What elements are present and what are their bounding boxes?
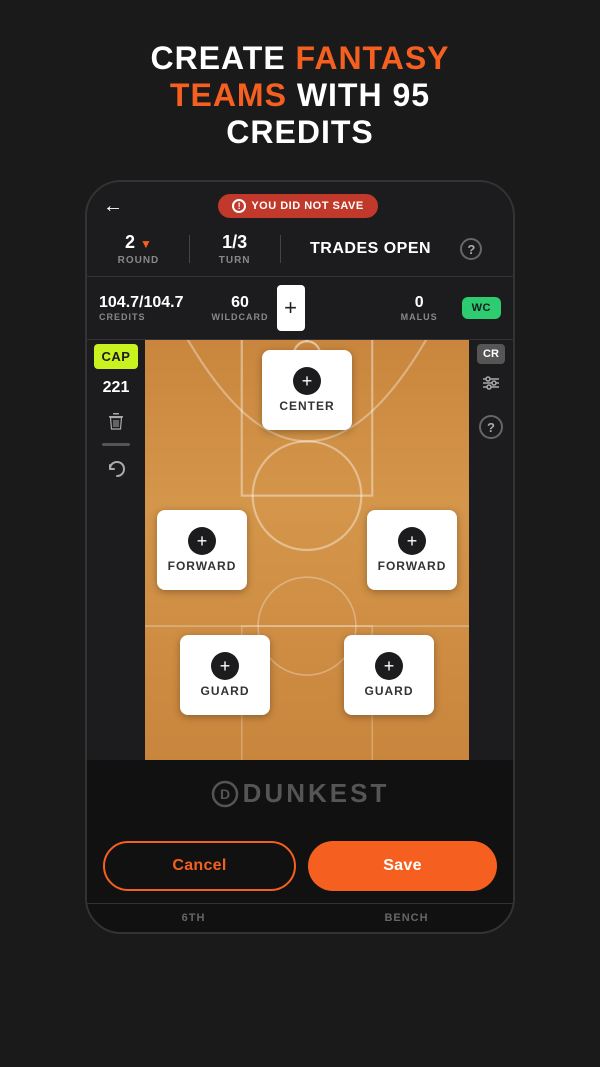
add-forward-left-icon: + xyxy=(188,527,216,555)
wildcard-block: 60 WILDCARD xyxy=(212,294,269,322)
headline-with95: WITH 95 xyxy=(287,77,430,113)
court-container: CAP 221 CR xyxy=(87,340,513,760)
turn-block: 1/3 TURN xyxy=(219,232,251,266)
round-label: ROUND xyxy=(118,255,160,266)
malus-label: MALUS xyxy=(401,312,438,322)
wildcard-label: WILDCARD xyxy=(212,312,269,322)
wc-badge[interactable]: WC xyxy=(462,297,501,319)
add-guard-left-icon: + xyxy=(211,652,239,680)
malus-value: 0 xyxy=(415,294,424,312)
trades-open-label: TRADES OPEN xyxy=(310,240,431,258)
plus-wildcard-button[interactable]: + xyxy=(277,285,305,331)
warning-text: YOU DID NOT SAVE xyxy=(251,200,363,212)
player-card-guard-left[interactable]: + GUARD xyxy=(180,635,270,715)
wildcard-value: 60 xyxy=(231,294,249,312)
guard-left-label: GUARD xyxy=(201,684,250,698)
player-card-forward-left[interactable]: + FORWARD xyxy=(157,510,247,590)
credits-row: 104.7/104.7 CREDITS 60 WILDCARD + 0 MALU… xyxy=(87,277,513,340)
side-panel-right: CR ? xyxy=(469,340,513,443)
back-button[interactable]: ← xyxy=(103,195,123,218)
cap-number: 221 xyxy=(103,379,130,397)
dunkest-d-logo: D xyxy=(211,780,239,808)
divider-2 xyxy=(280,235,281,263)
add-guard-right-icon: + xyxy=(375,652,403,680)
tab-6th[interactable]: 6TH xyxy=(87,904,300,932)
bar-divider xyxy=(102,443,130,446)
credits-label: CREDITS xyxy=(99,312,146,322)
dunkest-logo: D DUNKEST xyxy=(87,760,513,829)
headline-credits: CREDITS xyxy=(226,114,373,150)
player-card-guard-right[interactable]: + GUARD xyxy=(344,635,434,715)
add-forward-right-icon: + xyxy=(398,527,426,555)
round-block: 2 ▼ ROUND xyxy=(118,232,160,266)
malus-block: 0 MALUS xyxy=(401,294,438,322)
guard-right-label: GUARD xyxy=(365,684,414,698)
help-circle-button[interactable]: ? xyxy=(479,415,503,439)
save-button[interactable]: Save xyxy=(308,841,497,891)
top-bar: ← ! YOU DID NOT SAVE xyxy=(87,182,513,226)
delete-button[interactable] xyxy=(100,405,132,437)
add-center-icon: + xyxy=(293,367,321,395)
cap-badge: CAP xyxy=(94,344,139,369)
headline: CREATE FANTASY TEAMS WITH 95 CREDITS xyxy=(150,40,449,150)
player-card-center[interactable]: + CENTER xyxy=(262,350,352,430)
undo-button[interactable] xyxy=(100,454,132,486)
cancel-button[interactable]: Cancel xyxy=(103,841,296,891)
headline-create: CREATE xyxy=(150,40,295,76)
round-value: 2 ▼ xyxy=(125,232,152,253)
warning-icon: ! xyxy=(232,199,246,213)
stats-row: 2 ▼ ROUND 1/3 TURN TRADES OPEN ? xyxy=(87,226,513,277)
svg-text:D: D xyxy=(220,786,233,802)
action-buttons: Cancel Save xyxy=(87,829,513,903)
cr-badge[interactable]: CR xyxy=(477,344,505,364)
turn-label: TURN xyxy=(219,255,251,266)
credits-value: 104.7/104.7 xyxy=(99,294,184,312)
tab-bench[interactable]: BENCH xyxy=(300,904,513,932)
forward-right-label: FORWARD xyxy=(378,559,447,573)
divider-1 xyxy=(189,235,190,263)
phone-frame: ← ! YOU DID NOT SAVE 2 ▼ ROUND 1/3 TURN … xyxy=(85,180,515,934)
credits-block: 104.7/104.7 CREDITS xyxy=(99,294,184,322)
basketball-court: + CENTER + FORWARD + FORWARD + GUARD + G xyxy=(145,340,469,760)
dunkest-text: DUNKEST xyxy=(243,778,390,809)
forward-left-label: FORWARD xyxy=(168,559,237,573)
save-warning-banner: ! YOU DID NOT SAVE xyxy=(218,194,377,218)
help-button[interactable]: ? xyxy=(460,238,482,260)
player-card-forward-right[interactable]: + FORWARD xyxy=(367,510,457,590)
headline-teams: TEAMS xyxy=(170,77,287,113)
bench-tabs: 6TH BENCH xyxy=(87,903,513,932)
turn-value: 1/3 xyxy=(222,232,247,253)
headline-fantasy: FANTASY xyxy=(296,40,450,76)
side-panel-left: CAP 221 xyxy=(87,340,145,760)
filter-icon[interactable] xyxy=(480,372,502,399)
center-label: CENTER xyxy=(279,399,334,413)
